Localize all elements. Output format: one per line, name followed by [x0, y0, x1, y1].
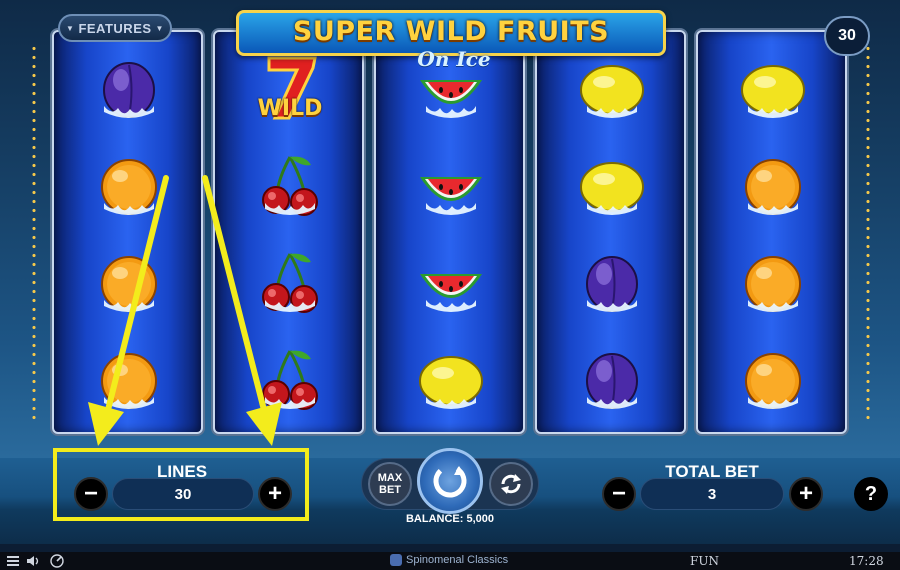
- left-light-strip: [32, 44, 36, 424]
- plum-symbol: [577, 345, 647, 415]
- brand-logo: Spinomenal Classics: [390, 554, 508, 566]
- plum-symbol: [577, 248, 647, 318]
- orange-symbol: [738, 248, 808, 318]
- reel-2: WILD: [213, 30, 364, 434]
- autoplay-icon: [501, 474, 521, 494]
- reel-1: [52, 30, 203, 434]
- cherries-symbol: [255, 151, 325, 221]
- lemon-symbol: [738, 54, 808, 124]
- balance-display: BALANCE: 5,000: [405, 513, 495, 525]
- reel-5: [696, 30, 847, 434]
- watermelon-symbol: [416, 248, 486, 318]
- features-button[interactable]: ▼ FEATURES ▼: [58, 14, 172, 42]
- spin-button[interactable]: [417, 448, 483, 514]
- orange-symbol: [738, 151, 808, 221]
- spin-icon: [433, 464, 467, 498]
- menu-icon[interactable]: [6, 554, 20, 568]
- play-mode: FUN: [690, 554, 719, 568]
- max-bet-button[interactable]: MAX BET: [368, 462, 412, 506]
- orange-symbol: [94, 151, 164, 221]
- spinomenal-icon: [390, 554, 402, 566]
- sound-icon[interactable]: [26, 554, 40, 568]
- features-label: FEATURES: [78, 20, 152, 36]
- chevron-down-icon: ▼: [66, 23, 75, 33]
- wild-label: WILD: [257, 96, 323, 121]
- orange-symbol: [738, 345, 808, 415]
- lemon-symbol: [416, 345, 486, 415]
- autospins-badge[interactable]: 30: [824, 16, 870, 56]
- chevron-down-icon: ▼: [155, 23, 164, 33]
- max-bet-label-2: BET: [379, 484, 401, 496]
- watermelon-symbol: [416, 151, 486, 221]
- reel-4: [535, 30, 686, 434]
- reel-3: [374, 30, 525, 434]
- brand-name: Spinomenal Classics: [406, 554, 509, 566]
- wild-symbol: WILD: [255, 54, 325, 124]
- orange-symbol: [94, 248, 164, 318]
- clock: 17:28: [849, 554, 884, 568]
- game-title: SUPER WILD FRUITS: [292, 16, 610, 47]
- total-bet-value: 3: [640, 478, 784, 510]
- lemon-symbol: [577, 151, 647, 221]
- turbo-icon[interactable]: [50, 554, 64, 568]
- lemon-symbol: [577, 54, 647, 124]
- orange-symbol: [94, 345, 164, 415]
- plum-symbol: [94, 54, 164, 124]
- autoplay-button[interactable]: [489, 462, 533, 506]
- bet-increase-button[interactable]: +: [789, 477, 823, 511]
- bet-decrease-button[interactable]: −: [602, 477, 636, 511]
- help-button[interactable]: ?: [854, 477, 888, 511]
- footer-bar: Spinomenal Classics FUN 17:28: [0, 552, 900, 570]
- right-light-strip: [866, 44, 870, 424]
- lines-highlight-box: [53, 448, 309, 521]
- game-logo: SUPER WILD FRUITS On Ice: [236, 10, 666, 71]
- max-bet-label-1: MAX: [377, 472, 403, 484]
- cherries-symbol: [255, 248, 325, 318]
- cherries-symbol: [255, 345, 325, 415]
- game-subtitle: On Ice: [417, 47, 491, 71]
